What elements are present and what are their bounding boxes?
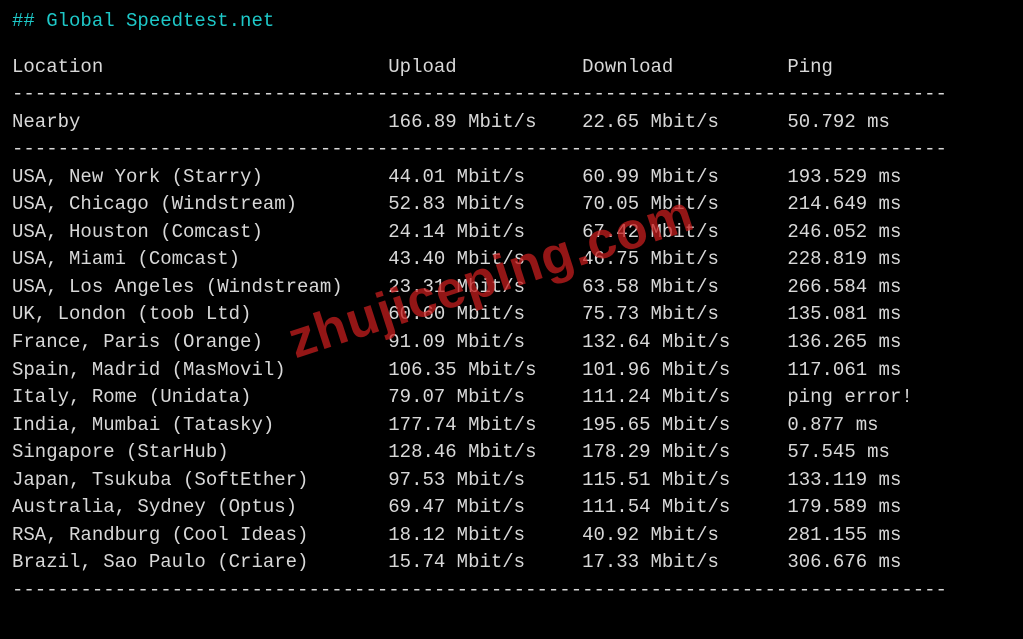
section-title: ## Global Speedtest.net bbox=[12, 8, 1011, 36]
speedtest-table: Location Upload Download Ping ----------… bbox=[12, 54, 1011, 605]
